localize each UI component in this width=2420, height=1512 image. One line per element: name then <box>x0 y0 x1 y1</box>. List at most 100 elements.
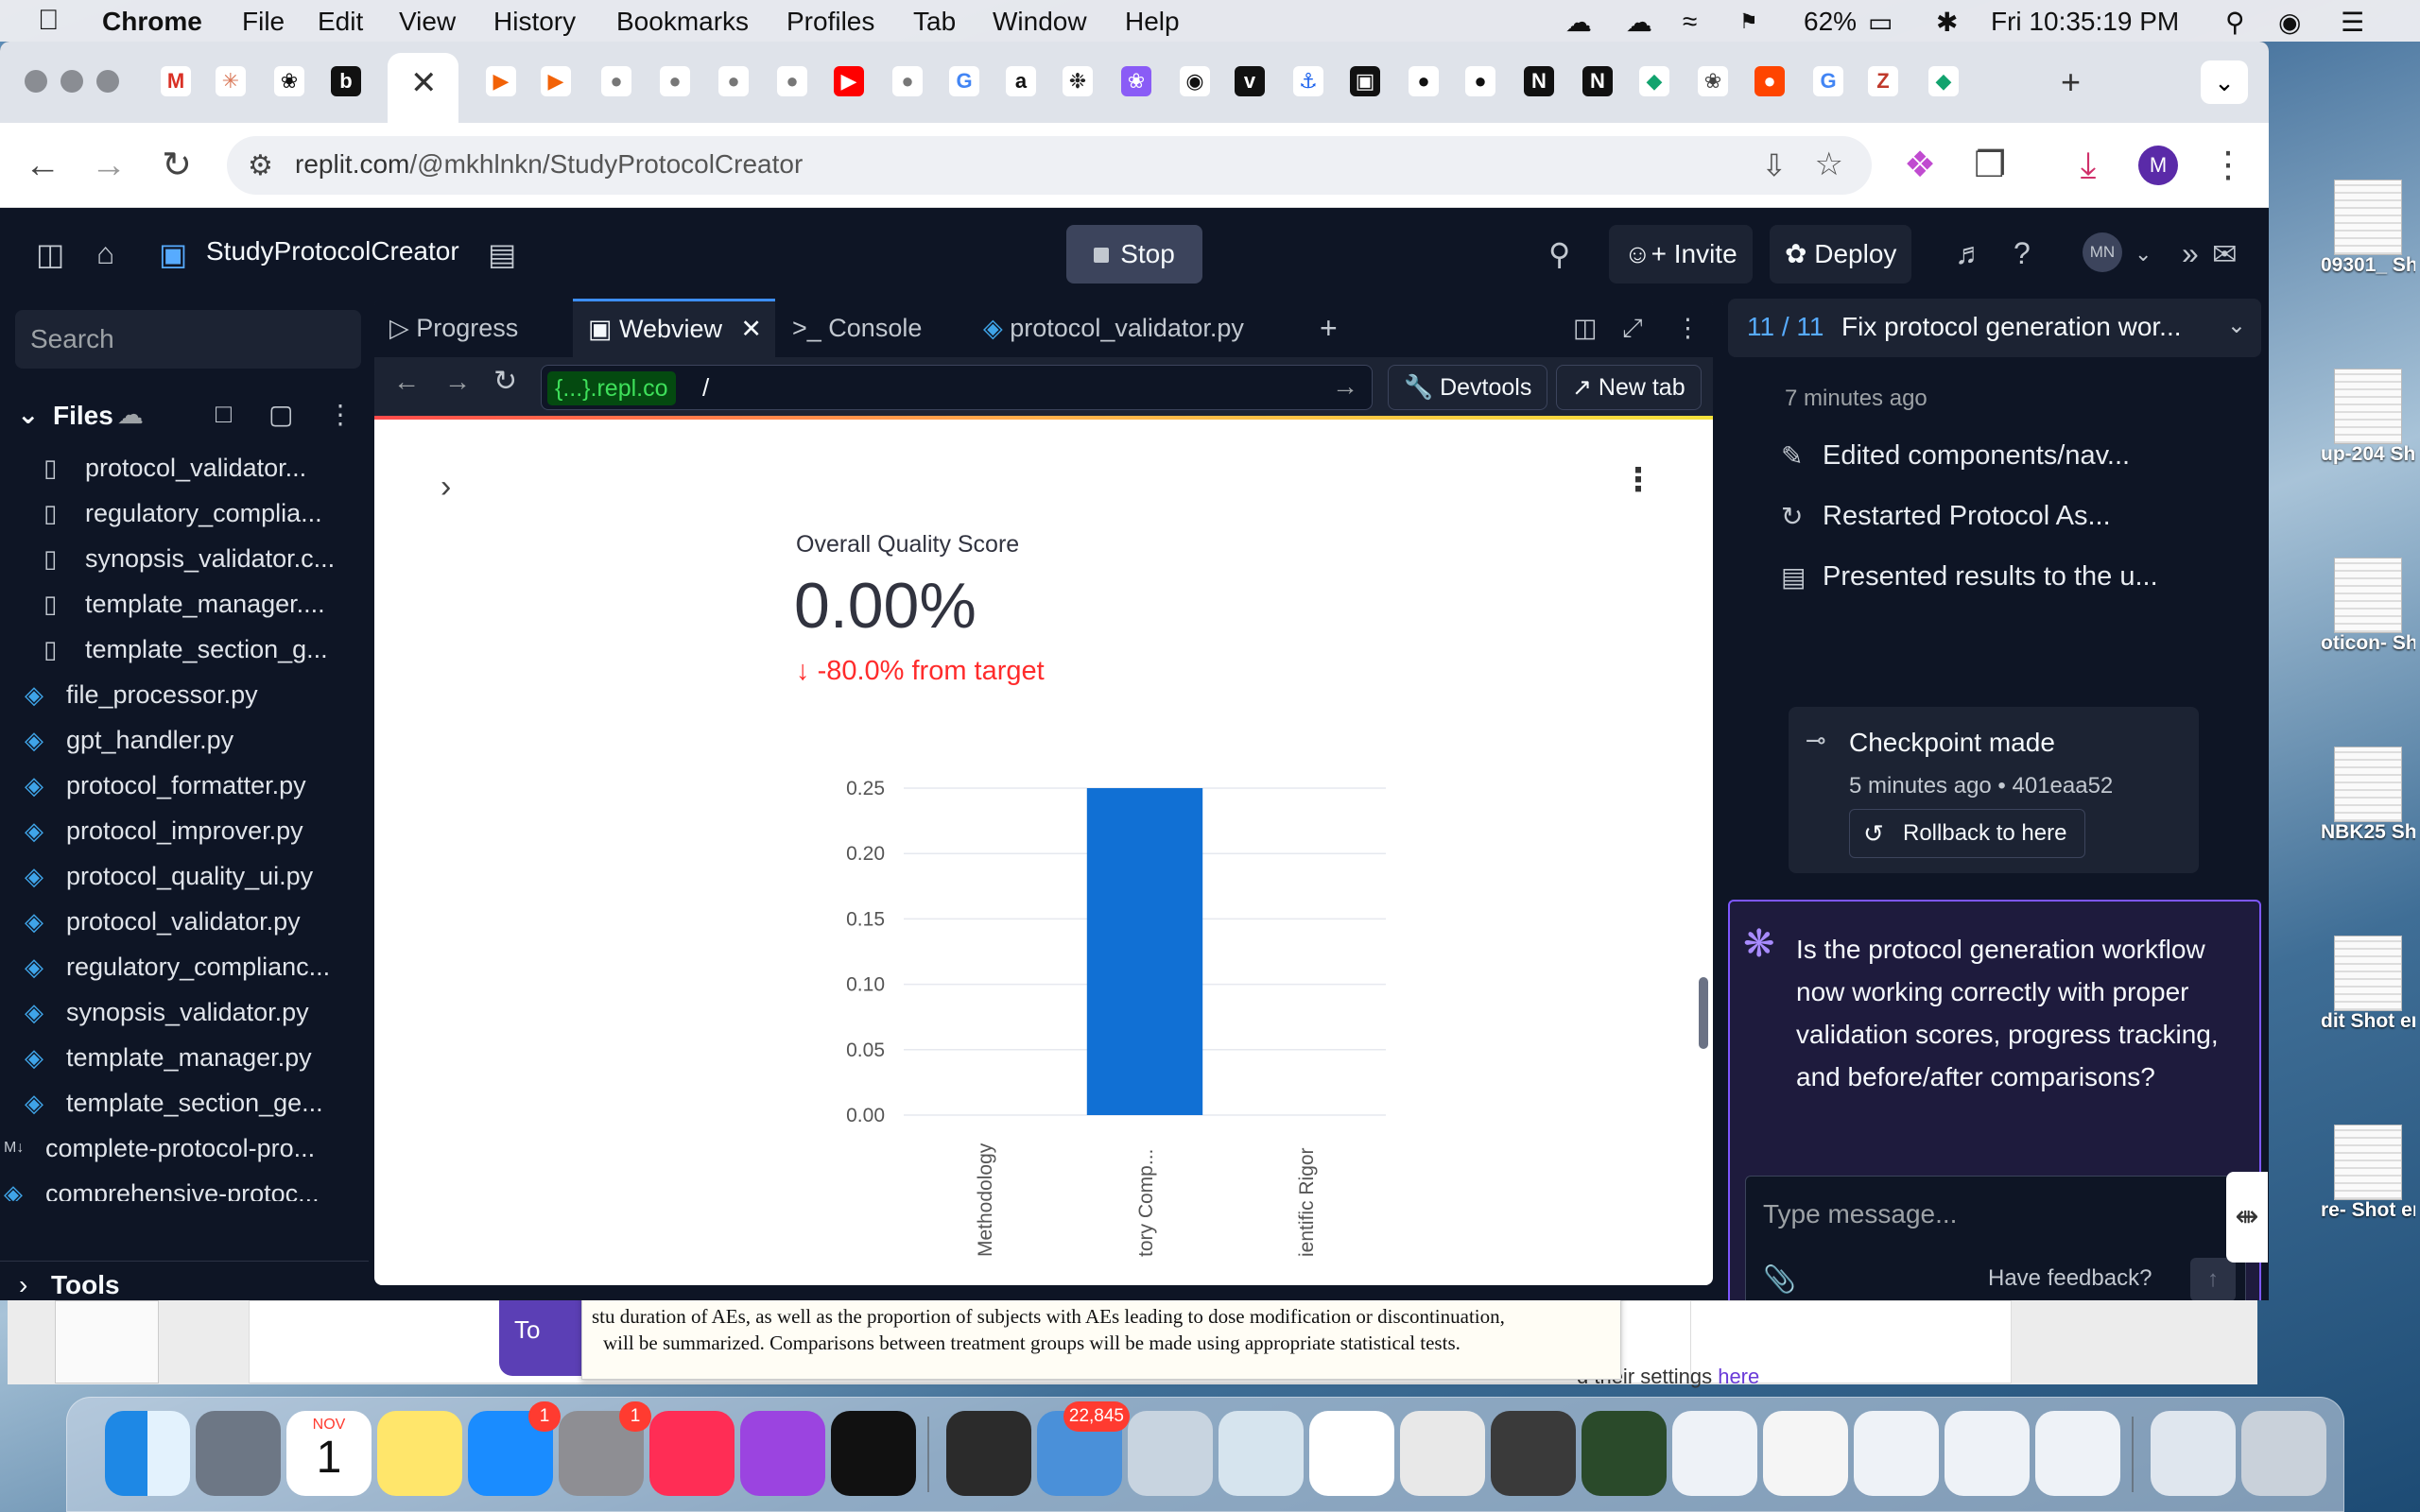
new-tab-button[interactable]: + <box>2061 62 2081 102</box>
file-tree-item[interactable]: ▯ template_section_g... <box>0 627 369 672</box>
tools-chevron-right-icon[interactable]: › <box>19 1262 27 1300</box>
tab-chatgpt-icon[interactable]: ❀ <box>1698 66 1728 96</box>
new-file-icon[interactable]: □ <box>216 399 232 429</box>
mail-icon[interactable]: 22,845 <box>1037 1401 1130 1496</box>
downloads-icon[interactable]: ⤓ <box>2065 142 2112 189</box>
apple-menu-icon[interactable]:  <box>38 5 60 37</box>
tab-nav-icon[interactable]: ● <box>1465 66 1495 96</box>
tab-nav-icon[interactable]: ● <box>1409 66 1439 96</box>
tab-docker-icon[interactable]: ⚓ <box>1293 66 1323 96</box>
tab-progress[interactable]: ▷ Progress <box>374 299 571 357</box>
bookmark-star-icon[interactable]: ☆ <box>1815 146 1843 183</box>
install-app-icon[interactable]: ⇩ <box>1761 147 1787 183</box>
tab-replit-icon[interactable]: ▶ <box>486 66 516 96</box>
tab-replit-icon[interactable]: ▶ <box>541 66 571 96</box>
tab-google-icon[interactable]: G <box>949 66 979 96</box>
menu-file[interactable]: File <box>242 7 285 37</box>
file-tree-item[interactable]: ◈ template_manager.py <box>0 1035 369 1080</box>
devtools-button[interactable]: 🔧 Devtools <box>1388 365 1548 410</box>
tab-gmail-icon[interactable]: M <box>161 66 191 96</box>
repl-name[interactable]: StudyProtocolCreator <box>206 236 459 266</box>
menu-edit[interactable]: Edit <box>318 7 363 37</box>
file-tree-item[interactable]: ◈ synopsis_validator.py <box>0 989 369 1035</box>
repl-info-icon[interactable]: ▤ <box>488 236 516 272</box>
bar[interactable] <box>1086 788 1203 1115</box>
keychain-icon[interactable] <box>1582 1411 1667 1496</box>
home-icon[interactable]: ⌂ <box>96 236 114 271</box>
battery-icon[interactable]: ▭ <box>1868 7 1893 38</box>
open-new-tab-button[interactable]: ↗ New tab <box>1556 365 1702 410</box>
file-tree-item[interactable]: ▯ regulatory_complia... <box>0 490 369 536</box>
tab-notion-icon[interactable]: N <box>1524 66 1554 96</box>
tools-section[interactable]: › Tools <box>0 1261 369 1300</box>
file-tree-item[interactable]: ◈ protocol_validator.py <box>0 899 369 944</box>
quicktime-icon[interactable] <box>1491 1411 1576 1496</box>
address-url[interactable]: replit.com/@mkhlnkn/StudyProtocolCreator <box>295 149 803 180</box>
menu-bookmarks[interactable]: Bookmarks <box>616 7 749 37</box>
file-tree-item[interactable]: ▯ protocol_validator... <box>0 445 369 490</box>
file-tree-item[interactable]: ◈ comprehensive-protoc... <box>0 1171 369 1201</box>
podcasts-icon[interactable] <box>740 1411 825 1496</box>
bluetooth-icon[interactable]: ✱ <box>1936 7 1958 38</box>
stop-button[interactable]: Stop <box>1066 225 1202 284</box>
tab-chatgpt-icon[interactable]: ❀ <box>274 66 304 96</box>
tab-shield-icon[interactable]: ◆ <box>1928 66 1959 96</box>
python-launcher-icon[interactable] <box>1854 1411 1939 1496</box>
rollback-button[interactable]: ↺ Rollback to here <box>1849 809 2085 858</box>
tab-shield-icon[interactable]: ◆ <box>1639 66 1669 96</box>
maximize-icon[interactable]: ⤢ <box>1607 299 1643 357</box>
add-tab-icon[interactable]: + <box>1305 299 1338 357</box>
virtualbox-icon[interactable] <box>946 1411 1031 1496</box>
menu-help[interactable]: Help <box>1125 7 1180 37</box>
file-tree-item[interactable]: M↓ complete-protocol-pro... <box>0 1125 369 1171</box>
menu-tab[interactable]: Tab <box>913 7 956 37</box>
tab-zapier-icon[interactable]: Z <box>1868 66 1898 96</box>
files-header[interactable]: ⌄ Files ☁ □ ▢ ⋮ <box>0 389 369 442</box>
tab-v0-icon[interactable]: v <box>1235 66 1265 96</box>
pane-menu-icon[interactable]: ⋮ <box>1660 299 1701 357</box>
apple-tv-icon[interactable] <box>831 1411 916 1496</box>
tab-globe-icon[interactable]: ● <box>718 66 749 96</box>
close-tab-icon[interactable]: ✕ <box>410 64 438 102</box>
agent-task-header[interactable]: 11 / 11 Fix protocol generation wor... ⌄ <box>1728 299 2261 357</box>
desktop-screenshot-file[interactable]: oticon- Shot en Shot 0...3.18 P <box>2321 558 2415 654</box>
tab-globe-icon[interactable]: ● <box>777 66 807 96</box>
tab-amazon-icon[interactable]: a <box>1006 66 1036 96</box>
tab-search-chevron-icon[interactable]: ⌄ <box>2201 60 2248 104</box>
clock[interactable]: Fri 10:35:19 PM <box>1991 7 2179 37</box>
site-settings-icon[interactable]: ⚙ <box>248 149 273 182</box>
menu-view[interactable]: View <box>399 7 456 37</box>
account-chevron-down-icon[interactable]: ⌄ <box>2135 242 2152 266</box>
deploy-button[interactable]: ✿ Deploy <box>1770 225 1912 284</box>
tab-globe-icon[interactable]: ● <box>660 66 690 96</box>
file-tree-item[interactable]: ◈ template_section_ge... <box>0 1080 369 1125</box>
feedback-icon[interactable]: ✉ <box>2212 236 2238 272</box>
here-link[interactable]: here <box>1718 1365 1759 1388</box>
tab-cursor-icon[interactable]: ▣ <box>1350 66 1380 96</box>
tab-notion-icon[interactable]: N <box>1582 66 1613 96</box>
user-avatar[interactable]: MN <box>2083 232 2122 272</box>
desktop-screenshot-file[interactable]: dit Shot en Shot 0...3.28 P <box>2321 936 2415 1032</box>
desktop-screenshot-file[interactable]: NBK25 Shot en Shot 0...5.42 P <box>2321 747 2415 843</box>
chrome-menu-icon[interactable]: ⋮ <box>2204 142 2252 189</box>
launchpad-icon[interactable] <box>196 1411 281 1496</box>
app-menu-icon[interactable]: ⋮ <box>1622 461 1654 499</box>
python-launcher-icon[interactable] <box>2035 1411 2120 1496</box>
file-tree-item[interactable]: ◈ protocol_quality_ui.py <box>0 853 369 899</box>
close-window-button[interactable] <box>25 70 47 93</box>
tab-perplexity-icon[interactable]: ❉ <box>1063 66 1093 96</box>
tab-console[interactable]: >_ Console <box>777 299 966 357</box>
search-icon[interactable]: ⚲ <box>1548 236 1570 272</box>
sidebar-expand-chevron-icon[interactable]: › <box>441 469 451 506</box>
file-tree-item[interactable]: ▯ synopsis_validator.c... <box>0 536 369 581</box>
forward-arrow-icon[interactable]: → <box>85 142 132 189</box>
side-drawer-handle-icon[interactable]: ⇼ <box>2226 1172 2268 1263</box>
spotlight-search-icon[interactable]: ⚲ <box>2225 7 2245 38</box>
system-settings-icon[interactable]: 1 <box>559 1401 651 1496</box>
zoom-window-button[interactable] <box>96 70 119 93</box>
trash-icon[interactable] <box>2241 1411 2326 1496</box>
cloud-upload-icon[interactable]: ☁ <box>1626 7 1652 38</box>
task-chevron-down-icon[interactable]: ⌄ <box>2227 312 2246 339</box>
webview-go-icon[interactable]: → <box>1332 371 1358 402</box>
file-tree-item[interactable]: ◈ gpt_handler.py <box>0 717 369 763</box>
